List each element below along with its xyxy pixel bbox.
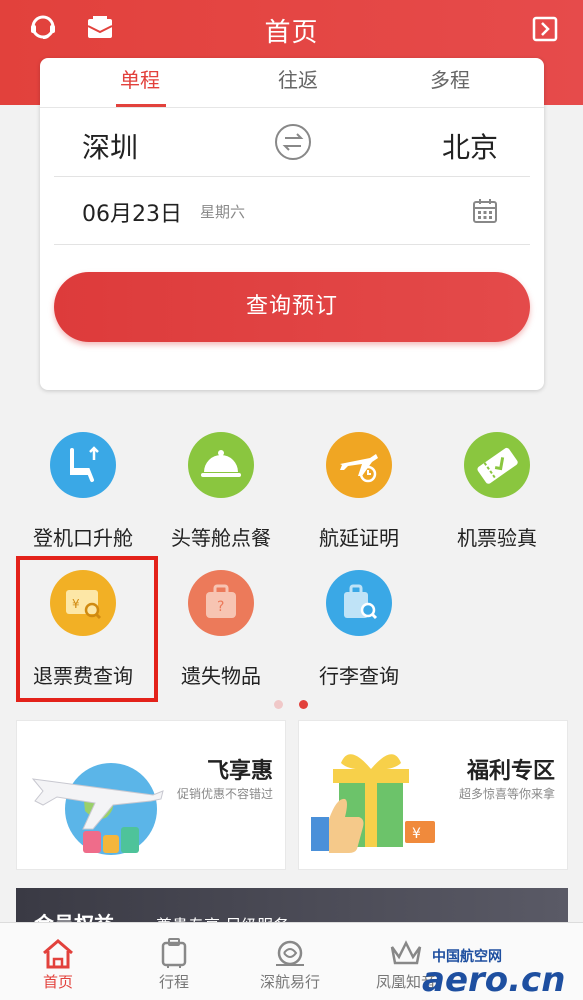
service-label: 头等舱点餐: [171, 526, 271, 550]
app-screen: 首页 单程 往返 多程 深圳 北京 06月23日 星期六 查询预订 登机口升舱: [0, 0, 583, 1000]
promo-subtitle: 促销优惠不容错过: [176, 787, 273, 801]
service-luggage-query[interactable]: 行李查询: [294, 570, 424, 689]
ticket-verify-icon: [464, 432, 530, 498]
divider: [54, 244, 530, 245]
promo-subtitle: 超多惊喜等你来拿: [458, 787, 555, 801]
promo-card-fly-deals[interactable]: 飞享惠 促销优惠不容错过: [16, 720, 286, 870]
svg-text:¥: ¥: [412, 826, 421, 842]
highlight-box: [16, 556, 158, 702]
home-icon: [40, 937, 76, 969]
service-label: 机票验真: [457, 526, 537, 550]
page-title: 首页: [264, 18, 319, 48]
search-booking-button[interactable]: 查询预订: [54, 272, 530, 342]
itinerary-icon: [156, 937, 192, 969]
service-gate-upgrade[interactable]: 登机口升舱: [18, 432, 148, 551]
page-dot-active[interactable]: [299, 700, 308, 709]
calendar-icon[interactable]: [472, 198, 498, 224]
swap-cities-icon[interactable]: [275, 124, 311, 160]
service-ticket-verify[interactable]: 机票验真: [432, 432, 562, 551]
service-lost-items[interactable]: ? 遗失物品: [156, 570, 286, 689]
service-label: 遗失物品: [181, 664, 261, 688]
lost-item-icon: ?: [188, 570, 254, 636]
watermark-en: aero.cn: [422, 960, 565, 995]
divider: [54, 176, 530, 177]
service-label: 行李查询: [319, 664, 399, 688]
travel-icon: [272, 937, 308, 969]
departure-weekday: 星期六: [200, 203, 246, 221]
trip-type-tabs: 单程 往返 多程: [40, 58, 544, 108]
crown-icon: [388, 937, 424, 969]
luggage-search-icon: [326, 570, 392, 636]
tab-easy-travel[interactable]: 深航易行: [240, 923, 340, 992]
promo-title: 飞享惠: [206, 759, 273, 784]
arrival-city[interactable]: 北京: [442, 126, 498, 166]
booking-card: 单程 往返 多程 深圳 北京 06月23日 星期六 查询预订: [40, 58, 544, 390]
departure-date[interactable]: 06月23日: [82, 196, 182, 228]
gift-box-icon: ¥: [311, 754, 435, 853]
tab-itinerary[interactable]: 行程: [124, 923, 224, 992]
promo-title: 福利专区: [466, 759, 555, 784]
service-first-class-meal[interactable]: 头等舱点餐: [156, 432, 286, 551]
service-delay-certificate[interactable]: 航延证明: [294, 432, 424, 551]
tab-one-way[interactable]: 单程: [120, 64, 160, 93]
active-tab-indicator: [116, 104, 166, 107]
service-label: 登机口升舱: [33, 526, 133, 550]
seat-upgrade-icon: [50, 432, 116, 498]
page-dot[interactable]: [274, 700, 283, 709]
tab-round-trip[interactable]: 往返: [278, 64, 318, 93]
exit-icon[interactable]: [532, 16, 562, 44]
departure-city[interactable]: 深圳: [82, 126, 138, 166]
tab-multi-city[interactable]: 多程: [430, 64, 470, 93]
service-label: 航延证明: [319, 526, 399, 550]
tab-label: 首页: [42, 973, 73, 991]
tab-home[interactable]: 首页: [8, 923, 108, 992]
meal-cloche-icon: [188, 432, 254, 498]
svg-text:?: ?: [217, 599, 224, 615]
aero-cn-watermark-logo: 中国航空网 aero.cn: [422, 948, 565, 995]
tab-label: 行程: [158, 973, 189, 991]
plane-delay-icon: [326, 432, 392, 498]
tab-label: 深航易行: [259, 973, 320, 991]
airplane-globe-icon: [31, 763, 164, 855]
promo-card-welfare[interactable]: ¥ 福利专区 超多惊喜等你来拿: [298, 720, 568, 870]
